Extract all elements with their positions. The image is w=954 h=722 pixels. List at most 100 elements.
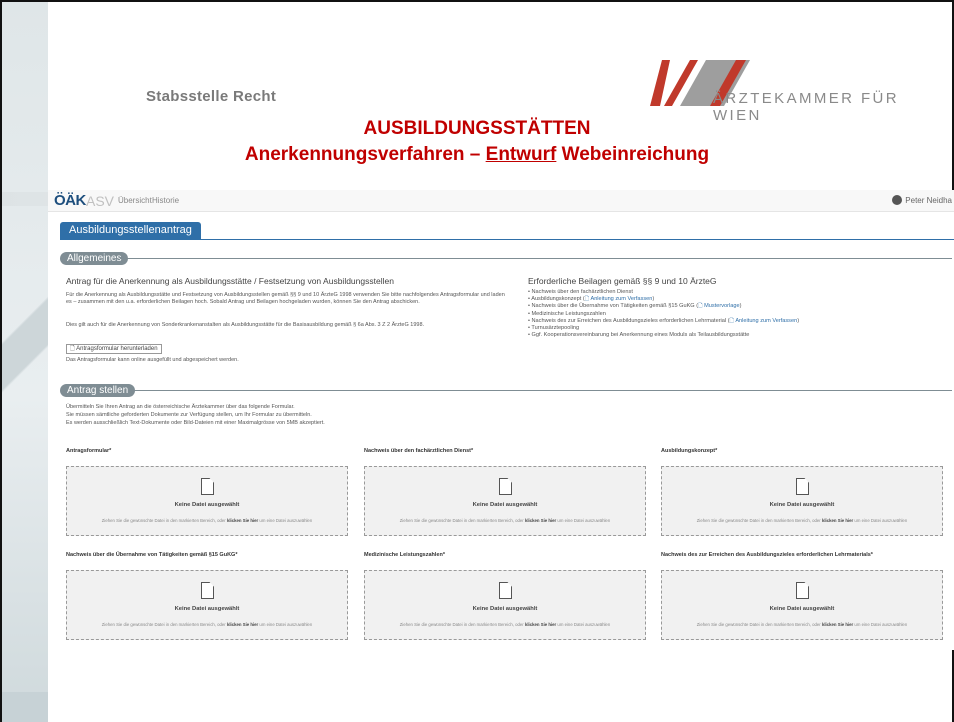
antrag-text-3: Das Antragsformular kann online ausgefül… bbox=[66, 357, 239, 363]
antrag-intro-3: Es werden ausschließlich Text-Dokumente … bbox=[66, 420, 325, 426]
tab-ausbildungsstellenantrag[interactable]: Ausbildungsstellenantrag bbox=[60, 222, 201, 239]
hint-post: um eine Datei auszuwählen bbox=[853, 518, 908, 523]
antrag-heading: Antrag für die Anerkennung als Ausbildun… bbox=[66, 276, 394, 286]
brand-logo[interactable]: ÖÄK bbox=[54, 192, 86, 209]
hint-post: um eine Datei auszuwählen bbox=[556, 518, 611, 523]
link-text: Anleitung zum Verfassen bbox=[590, 296, 653, 303]
dropzone-hint: Ziehen Sie die gewünschte Datei in den m… bbox=[67, 622, 347, 627]
hint-pre: Ziehen Sie die gewünschte Datei in den m… bbox=[399, 622, 525, 627]
section-antrag-stellen: Antrag stellen bbox=[60, 384, 136, 397]
subtitle-prefix: Anerkennungsverfahren – bbox=[244, 144, 486, 165]
org-unit-label: Stabsstelle Recht bbox=[146, 88, 277, 105]
hint-click-here[interactable]: klicken Sie hier bbox=[822, 518, 853, 523]
file-icon bbox=[201, 478, 214, 495]
section-allgemeines: Allgemeines bbox=[60, 252, 129, 265]
slide: Stabsstelle Recht ÄRZTEKAMMER FÜR WIEN A… bbox=[0, 0, 954, 722]
list-item: Turnusärztepooling bbox=[528, 325, 799, 332]
paren: ) bbox=[652, 296, 655, 303]
hint-click-here[interactable]: klicken Sie hier bbox=[525, 518, 556, 523]
user-icon bbox=[892, 195, 903, 205]
field-label-antragsformular: Antragsformular* bbox=[66, 448, 112, 454]
antrag-text-1: Für die Anerkennung als Ausbildungsstätt… bbox=[66, 292, 505, 305]
file-icon bbox=[796, 582, 809, 599]
dropzone-hint: Ziehen Sie die gewünschte Datei in den m… bbox=[662, 518, 942, 523]
beilagen-heading: Erforderliche Beilagen gemäß §§ 9 und 10… bbox=[528, 276, 717, 286]
field-label-leistungszahlen: Medizinische Leistungszahlen* bbox=[364, 552, 445, 558]
slide-subtitle: Anerkennungsverfahren – Entwurf Webeinre… bbox=[0, 144, 954, 166]
file-icon bbox=[796, 478, 809, 495]
subtitle-suffix: Webeinreichung bbox=[556, 144, 710, 165]
hint-click-here[interactable]: klicken Sie hier bbox=[822, 622, 853, 627]
top-navbar: ÖÄK ASV Übersicht Historie Peter Neidha bbox=[48, 190, 954, 212]
hint-pre: Ziehen Sie die gewünschte Datei in den m… bbox=[696, 518, 822, 523]
slide-border-left bbox=[0, 0, 2, 722]
beilagen-list: Nachweis über den fachärztlichen Dienst … bbox=[528, 289, 799, 339]
dropzone-hint: Ziehen Sie die gewünschte Datei in den m… bbox=[365, 622, 645, 627]
list-item: Medizinische Leistungszahlen bbox=[528, 311, 799, 318]
hint-click-here[interactable]: klicken Sie hier bbox=[525, 622, 556, 627]
list-item: Ggf. Kooperationsvereinbarung bei Anerke… bbox=[528, 332, 799, 339]
subtitle-underlined-word: Entwurf bbox=[485, 144, 557, 165]
link-text: Anleitung zum Verfassen bbox=[735, 317, 798, 324]
app-screenshot: ÖÄK ASV Übersicht Historie Peter Neidha … bbox=[48, 190, 954, 650]
link-anleitung-2[interactable]: 🗋 Anleitung zum Verfassen bbox=[730, 318, 798, 324]
download-label: Antragsformular herunterladen bbox=[76, 346, 158, 352]
file-icon bbox=[499, 582, 512, 599]
antrag-intro-2: Sie müssen sämtliche geforderten Dokumen… bbox=[66, 412, 312, 418]
dropzone-antragsformular[interactable]: Keine Datei ausgewählt Ziehen Sie die ge… bbox=[66, 466, 348, 536]
dropzone-ausbildungskonzept[interactable]: Keine Datei ausgewählt Ziehen Sie die ge… bbox=[661, 466, 943, 536]
user-name: Peter Neidha bbox=[905, 195, 952, 205]
hint-pre: Ziehen Sie die gewünschte Datei in den m… bbox=[101, 518, 227, 523]
field-label-lehrmaterial: Nachweis des zur Erreichen des Ausbildun… bbox=[661, 552, 873, 558]
link-anleitung[interactable]: 🗋 Anleitung zum Verfassen bbox=[585, 296, 653, 302]
list-item: Nachweis über die Übernahme von Tätigkei… bbox=[528, 303, 799, 310]
download-form-button[interactable]: 🗋 Antragsformular herunterladen bbox=[66, 344, 162, 354]
dropzone-leistungszahlen[interactable]: Keine Datei ausgewählt Ziehen Sie die ge… bbox=[364, 570, 646, 640]
hint-post: um eine Datei auszuwählen bbox=[258, 622, 313, 627]
list-item-text: Ggf. Kooperationsvereinbarung bei Anerke… bbox=[531, 332, 750, 339]
paren: ) bbox=[797, 317, 800, 324]
link-text: Mustervorlage bbox=[704, 303, 740, 310]
field-label-facharzt: Nachweis über den fachärztlichen Dienst* bbox=[364, 448, 474, 454]
antrag-intro-1: Übermitteln Sie Ihren Antrag an die öste… bbox=[66, 404, 295, 410]
product-name: ASV bbox=[86, 193, 115, 209]
hint-post: um eine Datei auszuwählen bbox=[258, 518, 313, 523]
antrag-text-2: Dies gilt auch für die Anerkennung von S… bbox=[66, 322, 425, 328]
dropzone-facharzt[interactable]: Keine Datei ausgewählt Ziehen Sie die ge… bbox=[364, 466, 646, 536]
nav-historie[interactable]: Historie bbox=[152, 196, 179, 205]
file-icon bbox=[201, 582, 214, 599]
file-icon bbox=[499, 478, 512, 495]
hint-post: um eine Datei auszuwählen bbox=[853, 622, 908, 627]
dropzone-title: Keine Datei ausgewählt bbox=[769, 606, 835, 612]
hint-click-here[interactable]: klicken Sie hier bbox=[227, 518, 258, 523]
link-mustervorlage[interactable]: 🗋 Mustervorlage bbox=[698, 303, 740, 309]
nav-uebersicht[interactable]: Übersicht bbox=[118, 196, 152, 205]
dropzone-title: Keine Datei ausgewählt bbox=[174, 606, 240, 612]
dropzone-title: Keine Datei ausgewählt bbox=[769, 502, 835, 508]
dropzone-hint: Ziehen Sie die gewünschte Datei in den m… bbox=[365, 518, 645, 523]
dropzone-title: Keine Datei ausgewählt bbox=[472, 606, 538, 612]
list-item-text: Nachweis über die Übernahme von Tätigkei… bbox=[531, 303, 699, 310]
dropzone-hint: Ziehen Sie die gewünschte Datei in den m… bbox=[662, 622, 942, 627]
hint-pre: Ziehen Sie die gewünschte Datei in den m… bbox=[696, 622, 822, 627]
list-item: Nachweis des zur Erreichen des Ausbildun… bbox=[528, 317, 800, 325]
dropzone-title: Keine Datei ausgewählt bbox=[472, 502, 538, 508]
hint-pre: Ziehen Sie die gewünschte Datei in den m… bbox=[101, 622, 227, 627]
field-label-gukg: Nachweis über die Übernahme von Tätigkei… bbox=[66, 552, 238, 558]
field-label-ausbildungskonzept: Ausbildungskonzept* bbox=[661, 448, 718, 454]
tab-underline bbox=[60, 239, 954, 240]
hint-click-here[interactable]: klicken Sie hier bbox=[227, 622, 258, 627]
list-item-text: Nachweis des zur Erreichen des Ausbildun… bbox=[531, 317, 730, 324]
paren: ) bbox=[739, 303, 742, 310]
dropzone-hint: Ziehen Sie die gewünschte Datei in den m… bbox=[67, 518, 347, 523]
user-menu[interactable]: Peter Neidha bbox=[892, 195, 952, 205]
list-item-text: Nachweis über den fachärztlichen Dienst bbox=[531, 289, 633, 295]
section-rule bbox=[120, 258, 952, 259]
dropzone-lehrmaterial[interactable]: Keine Datei ausgewählt Ziehen Sie die ge… bbox=[661, 570, 943, 640]
dropzone-title: Keine Datei ausgewählt bbox=[174, 502, 240, 508]
dropzone-gukg[interactable]: Keine Datei ausgewählt Ziehen Sie die ge… bbox=[66, 570, 348, 640]
list-item-text: Ausbildungskonzept ( bbox=[531, 296, 585, 303]
list-item-text: Turnusärztepooling bbox=[531, 325, 580, 332]
slide-border-top bbox=[0, 0, 954, 2]
hint-pre: Ziehen Sie die gewünschte Datei in den m… bbox=[399, 518, 525, 523]
